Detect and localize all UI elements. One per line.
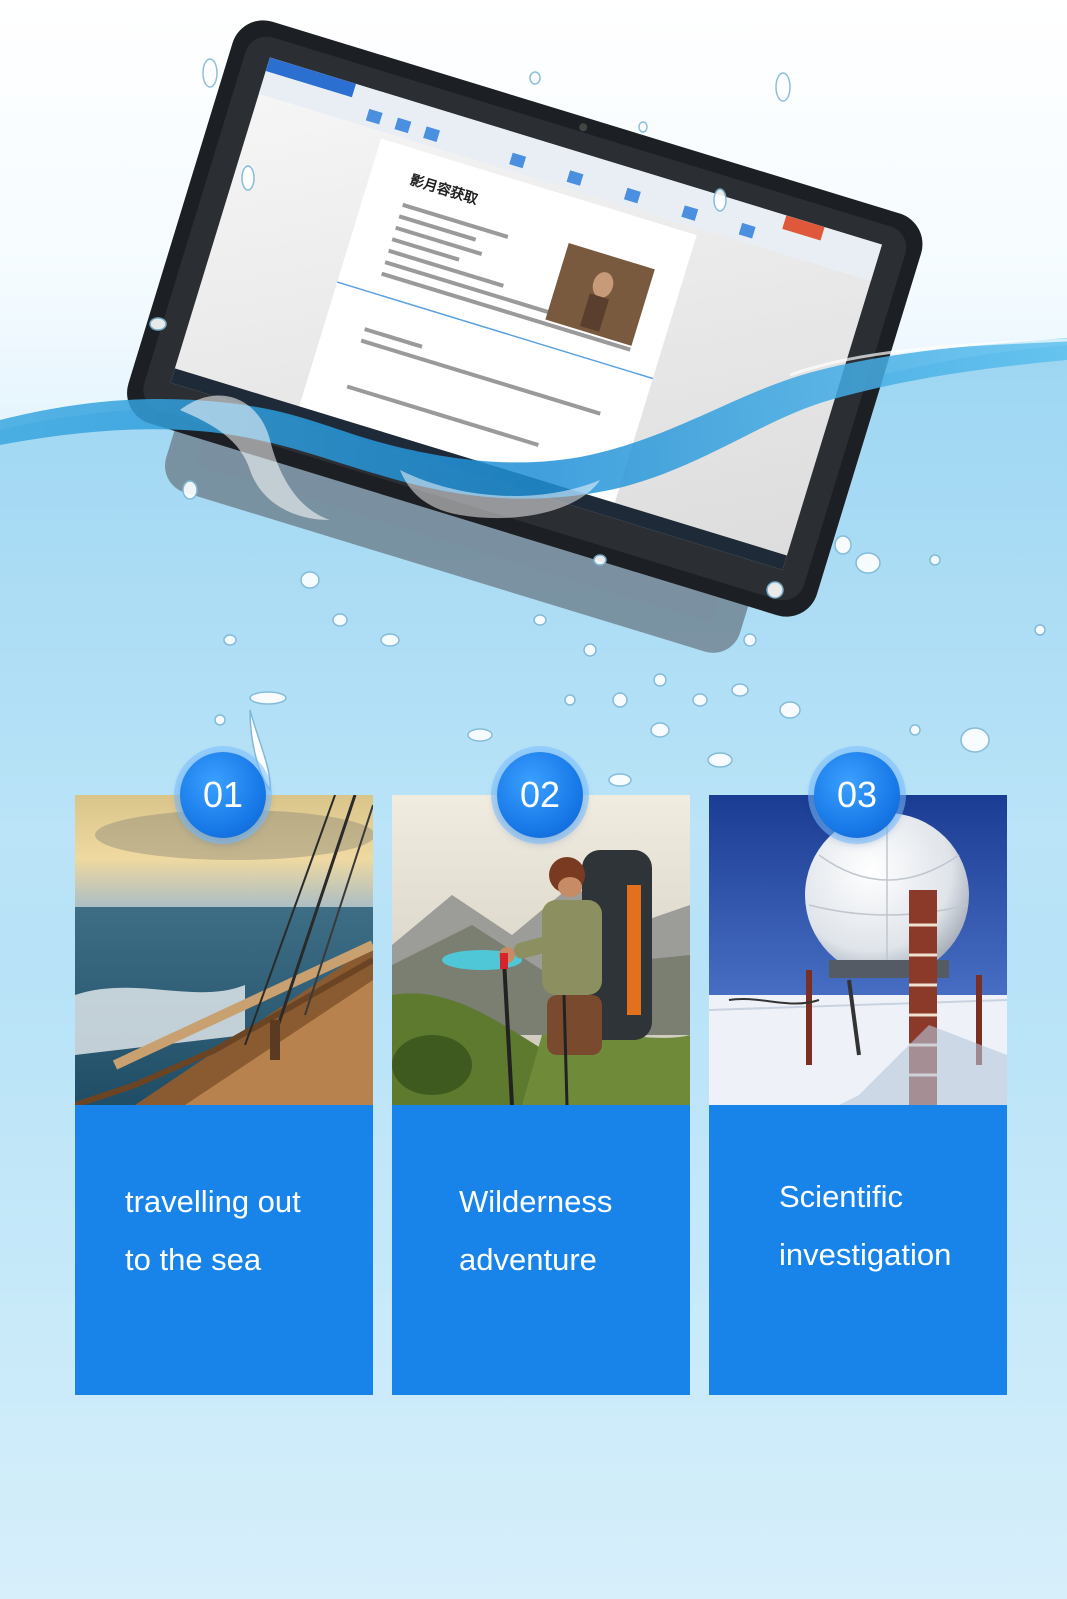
badge-01: 01 [180, 752, 266, 838]
card-3-caption: Scientific investigation [779, 1168, 1007, 1284]
radar-dome-photo [709, 795, 1007, 1105]
card-1-caption: travelling out to the sea [125, 1173, 355, 1289]
hiker-photo [392, 795, 690, 1105]
card-sea-travel: travelling out to the sea [75, 795, 373, 1395]
card-1-line-2: to the sea [125, 1242, 262, 1277]
card-science: Scientific investigation [709, 795, 1007, 1395]
card-wilderness: Wilderness adventure [392, 795, 690, 1395]
badge-02: 02 [497, 752, 583, 838]
card-2-caption: Wilderness adventure [459, 1173, 689, 1289]
card-1-line-1: travelling out [125, 1184, 301, 1219]
card-2-line-1: Wilderness [459, 1184, 613, 1219]
card-3-line-2: investigation [779, 1237, 952, 1272]
badge-03: 03 [814, 752, 900, 838]
page: 影月容获取 travelling out to the sea Wilderne… [0, 0, 1067, 1599]
sailing-ship-photo [75, 795, 373, 1105]
card-2-line-2: adventure [459, 1242, 597, 1277]
card-3-line-1: Scientific [779, 1179, 904, 1214]
hero-tablet-splash: 影月容获取 [0, 20, 1067, 820]
